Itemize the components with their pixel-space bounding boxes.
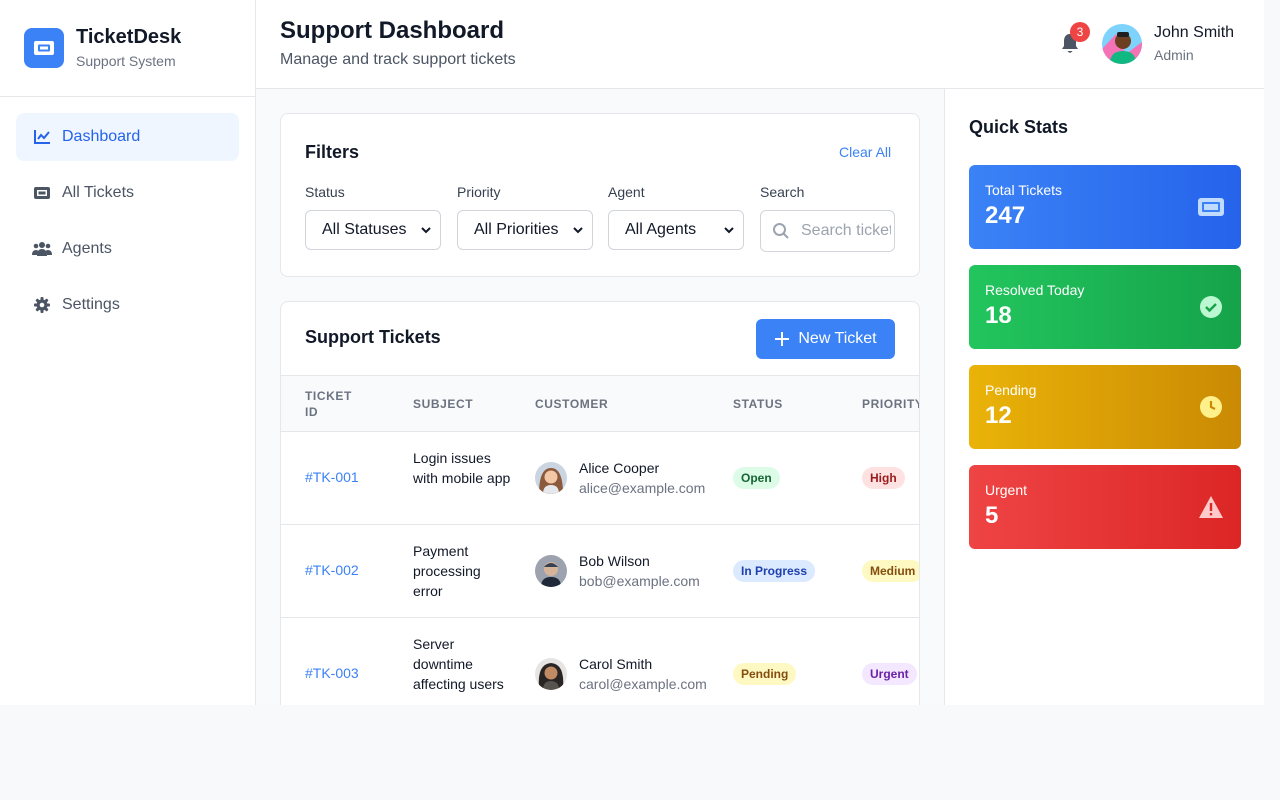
priority-filter-label: Priority — [457, 184, 501, 200]
sidebar-item-dashboard[interactable]: Dashboard — [16, 113, 239, 161]
chart-line-icon — [32, 127, 52, 147]
users-icon — [32, 239, 52, 259]
user-name: John Smith — [1154, 24, 1235, 41]
top-header: Support Dashboard Manage and track suppo… — [256, 0, 1264, 89]
sidebar-item-all-tickets[interactable]: All Tickets — [16, 169, 239, 217]
sidebar-nav: Dashboard All Tickets Agents Settings — [0, 97, 255, 353]
user-role: Admin — [1154, 47, 1194, 63]
agent-filter-label: Agent — [608, 184, 645, 200]
sidebar-item-label: Settings — [62, 296, 120, 313]
table-row[interactable]: #TK-003 Server downtime affecting users … — [281, 617, 919, 705]
search-filter-label: Search — [760, 184, 805, 200]
customer-email: alice@example.com — [579, 480, 706, 496]
ticket-subject: Payment processing error — [413, 543, 481, 599]
sidebar-item-agents[interactable]: Agents — [16, 225, 239, 273]
customer-email: carol@example.com — [579, 676, 707, 692]
brand-name: TicketDesk — [76, 26, 182, 48]
tickets-panel: Support Tickets New Ticket Ticket ID Sub… — [280, 301, 920, 705]
ticket-id-link[interactable]: #TK-003 — [305, 665, 359, 681]
search-icon — [772, 222, 790, 245]
new-ticket-label: New Ticket — [798, 330, 877, 347]
column-header-ticket-id[interactable]: Ticket ID — [305, 388, 365, 420]
status-badge: In Progress — [733, 560, 816, 582]
status-filter-label: Status — [305, 184, 345, 200]
avatar — [535, 658, 567, 690]
status-filter-value: All Statuses — [322, 221, 407, 238]
sidebar: TicketDesk Support System Dashboard All … — [0, 0, 256, 705]
avatar[interactable] — [1102, 24, 1142, 64]
ticket-id-link[interactable]: #TK-002 — [305, 562, 359, 578]
stat-label: Urgent — [985, 482, 1028, 498]
brand: TicketDesk Support System — [0, 0, 255, 97]
ticket-icon — [32, 183, 52, 203]
filters-title: Filters — [305, 142, 360, 162]
priority-filter-value: All Priorities — [474, 221, 559, 238]
status-badge: Pending — [733, 663, 797, 685]
ticket-subject: Server downtime affecting users — [413, 636, 504, 692]
column-header-status[interactable]: Status — [733, 396, 783, 412]
avatar — [535, 555, 567, 587]
search-field[interactable] — [760, 210, 895, 252]
stat-card-pending: Pending 12 — [969, 365, 1241, 449]
new-ticket-button[interactable]: New Ticket — [756, 319, 895, 359]
sidebar-item-label: Dashboard — [62, 128, 141, 145]
sidebar-item-label: Agents — [62, 240, 112, 257]
customer-name: Alice Cooper — [579, 460, 660, 476]
warning-icon — [1197, 494, 1225, 520]
stat-value: 247 — [985, 202, 1026, 229]
sidebar-item-label: All Tickets — [62, 184, 135, 201]
column-header-customer[interactable]: Customer — [535, 396, 608, 412]
stat-card-resolved-today: Resolved Today 18 — [969, 265, 1241, 349]
column-header-subject[interactable]: Subject — [413, 396, 473, 412]
agent-filter-value: All Agents — [625, 221, 697, 238]
stat-label: Pending — [985, 382, 1037, 398]
status-badge: Open — [733, 467, 780, 489]
quick-stats-panel: Quick Stats Total Tickets 247 Resolved T… — [944, 89, 1264, 705]
table-row[interactable]: #TK-001 Login issues with mobile app Ali… — [281, 431, 919, 524]
clear-all-link[interactable]: Clear All — [839, 144, 891, 160]
stat-card-urgent: Urgent 5 — [969, 465, 1241, 549]
ticket-icon — [1197, 194, 1225, 220]
page-subtitle: Manage and track support tickets — [280, 51, 516, 68]
quick-stats-title: Quick Stats — [969, 117, 1069, 137]
stat-value: 18 — [985, 302, 1012, 329]
search-input[interactable] — [801, 211, 891, 251]
stat-label: Resolved Today — [985, 282, 1085, 298]
ticket-subject: Login issues with mobile app — [413, 450, 511, 486]
notification-count-badge: 3 — [1070, 22, 1090, 42]
ticket-id-link[interactable]: #TK-001 — [305, 469, 359, 485]
clock-icon — [1197, 394, 1225, 420]
agent-filter-select[interactable]: All Agents — [608, 210, 744, 250]
tickets-title: Support Tickets — [305, 327, 441, 347]
brand-subtitle: Support System — [76, 53, 176, 69]
customer-email: bob@example.com — [579, 573, 700, 589]
table-header: Ticket ID Subject Customer Status Priori… — [281, 375, 919, 431]
sidebar-item-settings[interactable]: Settings — [16, 281, 239, 329]
priority-badge: Medium — [862, 560, 919, 582]
avatar — [535, 462, 567, 494]
filters-panel: Filters Clear All Status All Statuses Pr… — [280, 113, 920, 277]
chevron-down-icon — [572, 223, 584, 242]
stat-value: 5 — [985, 502, 999, 529]
app-window: TicketDesk Support System Dashboard All … — [0, 0, 1264, 705]
status-filter-select[interactable]: All Statuses — [305, 210, 441, 250]
stat-value: 12 — [985, 402, 1012, 429]
page-title: Support Dashboard — [280, 17, 505, 44]
gear-icon — [32, 295, 52, 315]
check-circle-icon — [1197, 294, 1225, 320]
stat-label: Total Tickets — [985, 182, 1063, 198]
chevron-down-icon — [723, 223, 735, 242]
chevron-down-icon — [420, 223, 432, 242]
ticket-icon — [24, 28, 64, 68]
customer-name: Carol Smith — [579, 656, 653, 672]
priority-filter-select[interactable]: All Priorities — [457, 210, 593, 250]
column-header-priority[interactable]: Priority — [862, 396, 919, 412]
stat-card-total-tickets: Total Tickets 247 — [969, 165, 1241, 249]
priority-badge: Urgent — [862, 663, 917, 685]
customer-name: Bob Wilson — [579, 553, 650, 569]
table-row[interactable]: #TK-002 Payment processing error Bob Wil… — [281, 524, 919, 617]
priority-badge: High — [862, 467, 905, 489]
plus-icon — [774, 331, 790, 347]
